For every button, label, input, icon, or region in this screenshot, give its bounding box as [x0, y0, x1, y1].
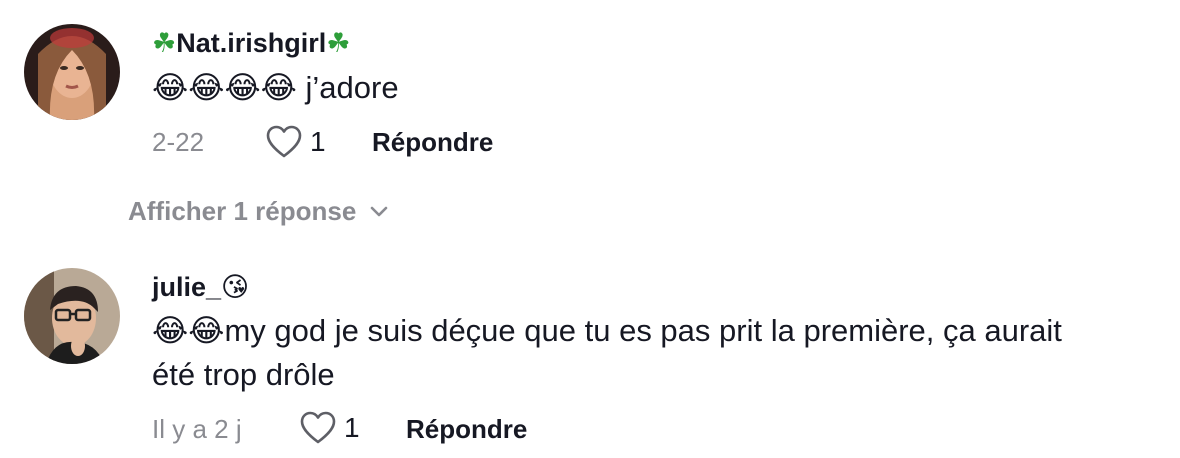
comment-body-line2: été trop drôle	[152, 357, 335, 392]
heart-outline-icon	[266, 125, 302, 158]
comment-text: 😂😂😂😂 j’adore	[152, 66, 1152, 110]
comment-body: j’adore	[296, 70, 399, 105]
like-count: 1	[310, 126, 326, 157]
heart-outline-icon	[300, 411, 336, 444]
comment-date: 2-22	[152, 127, 205, 157]
like-count: 1	[344, 412, 360, 443]
avatar[interactable]	[24, 24, 120, 120]
view-replies-button[interactable]: Afficher 1 réponse	[128, 196, 388, 227]
clover-icon: ☘	[152, 28, 177, 59]
comment-text: 😂😂my god je suis déçue que tu es pas pri…	[152, 309, 1152, 397]
avatar[interactable]	[24, 268, 120, 364]
view-replies-label: Afficher 1 réponse	[128, 196, 357, 226]
like-button[interactable]: 1	[300, 408, 360, 448]
username-text: julie_	[152, 272, 222, 302]
kiss-emoji-icon: 😘	[221, 272, 250, 303]
chevron-down-icon	[370, 206, 388, 216]
comment-date: Il y a 2 j	[152, 414, 242, 444]
comment-body-line1: my god je suis déçue que tu es pas prit …	[224, 313, 1062, 348]
username-text: Nat.irishgirl	[176, 28, 327, 58]
clover-icon: ☘	[326, 28, 351, 59]
laughing-emoji-icon: 😂😂😂😂	[152, 70, 297, 106]
like-button[interactable]: 1	[266, 122, 326, 162]
username[interactable]: ☘Nat.irishgirl☘	[152, 28, 350, 59]
reply-button[interactable]: Répondre	[372, 127, 493, 158]
reply-button[interactable]: Répondre	[406, 414, 527, 445]
laughing-emoji-icon: 😂😂	[152, 313, 225, 349]
username[interactable]: julie_😘	[152, 272, 249, 303]
